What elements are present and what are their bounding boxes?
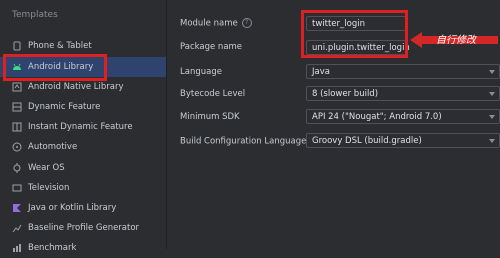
native-library-icon [12,82,22,92]
module-name-label-text: Module name [180,18,238,29]
sidebar-item-java-kotlin-library[interactable]: Java or Kotlin Library [0,198,166,218]
sidebar-item-phone-tablet[interactable]: Phone & Tablet [0,36,166,56]
sidebar-item-instant-dynamic-feature[interactable]: Instant Dynamic Feature [0,117,166,137]
bytecode-level-label: Bytecode Level [180,89,246,99]
minimum-sdk-select[interactable]: API 24 ("Nougat"; Android 7.0) [306,109,500,124]
sidebar-item-label: Java or Kotlin Library [28,203,117,213]
sidebar-item-dynamic-feature[interactable]: Dynamic Feature [0,97,166,117]
sidebar-item-baseline-profile-generator[interactable]: Baseline Profile Generator [0,218,166,238]
java-kotlin-icon [12,203,22,213]
build-config-select[interactable]: Groovy DSL (build.gradle) [306,133,500,148]
automotive-icon [12,142,22,152]
build-config-label: Build Configuration Language? [180,136,321,147]
benchmark-icon [12,243,22,253]
module-name-label: Module name? [180,18,252,29]
sidebar-item-label: Dynamic Feature [28,102,101,112]
sidebar-item-label: Television [28,183,70,193]
highlight-box-android-library [3,54,107,81]
highlight-box-name-fields [301,10,408,58]
bytecode-level-select[interactable]: 8 (slower build) [306,86,500,101]
build-config-label-text: Build Configuration Language [180,136,307,147]
package-name-label: Package name [180,42,243,52]
sidebar-item-label: Phone & Tablet [28,41,92,51]
television-icon [12,183,22,193]
annotation-label: 自行修改 [436,35,476,46]
sidebar-item-label: Android Native Library [28,82,124,92]
wear-os-icon [12,163,22,173]
templates-sidebar: Templates Phone & Tablet Android Library… [0,0,167,253]
instant-dynamic-feature-icon [12,122,22,132]
sidebar-item-label: Instant Dynamic Feature [28,122,133,132]
sidebar-item-television[interactable]: Television [0,178,166,198]
sidebar-item-automotive[interactable]: Automotive [0,137,166,157]
sidebar-item-label: Automotive [28,142,78,152]
language-label: Language [180,67,222,77]
sidebar-item-wear-os[interactable]: Wear OS [0,158,166,178]
sidebar-item-benchmark[interactable]: Benchmark [0,238,166,258]
baseline-profile-icon [12,223,22,233]
help-icon[interactable]: ? [241,18,252,28]
sidebar-item-label: Wear OS [28,163,65,173]
dynamic-feature-icon [12,102,22,112]
minimum-sdk-label: Minimum SDK [180,112,240,122]
templates-title: Templates [12,10,58,20]
phone-tablet-icon [12,41,22,51]
sidebar-item-label: Benchmark [28,243,77,253]
sidebar-item-label: Baseline Profile Generator [28,223,140,233]
language-select[interactable]: Java [306,64,500,79]
